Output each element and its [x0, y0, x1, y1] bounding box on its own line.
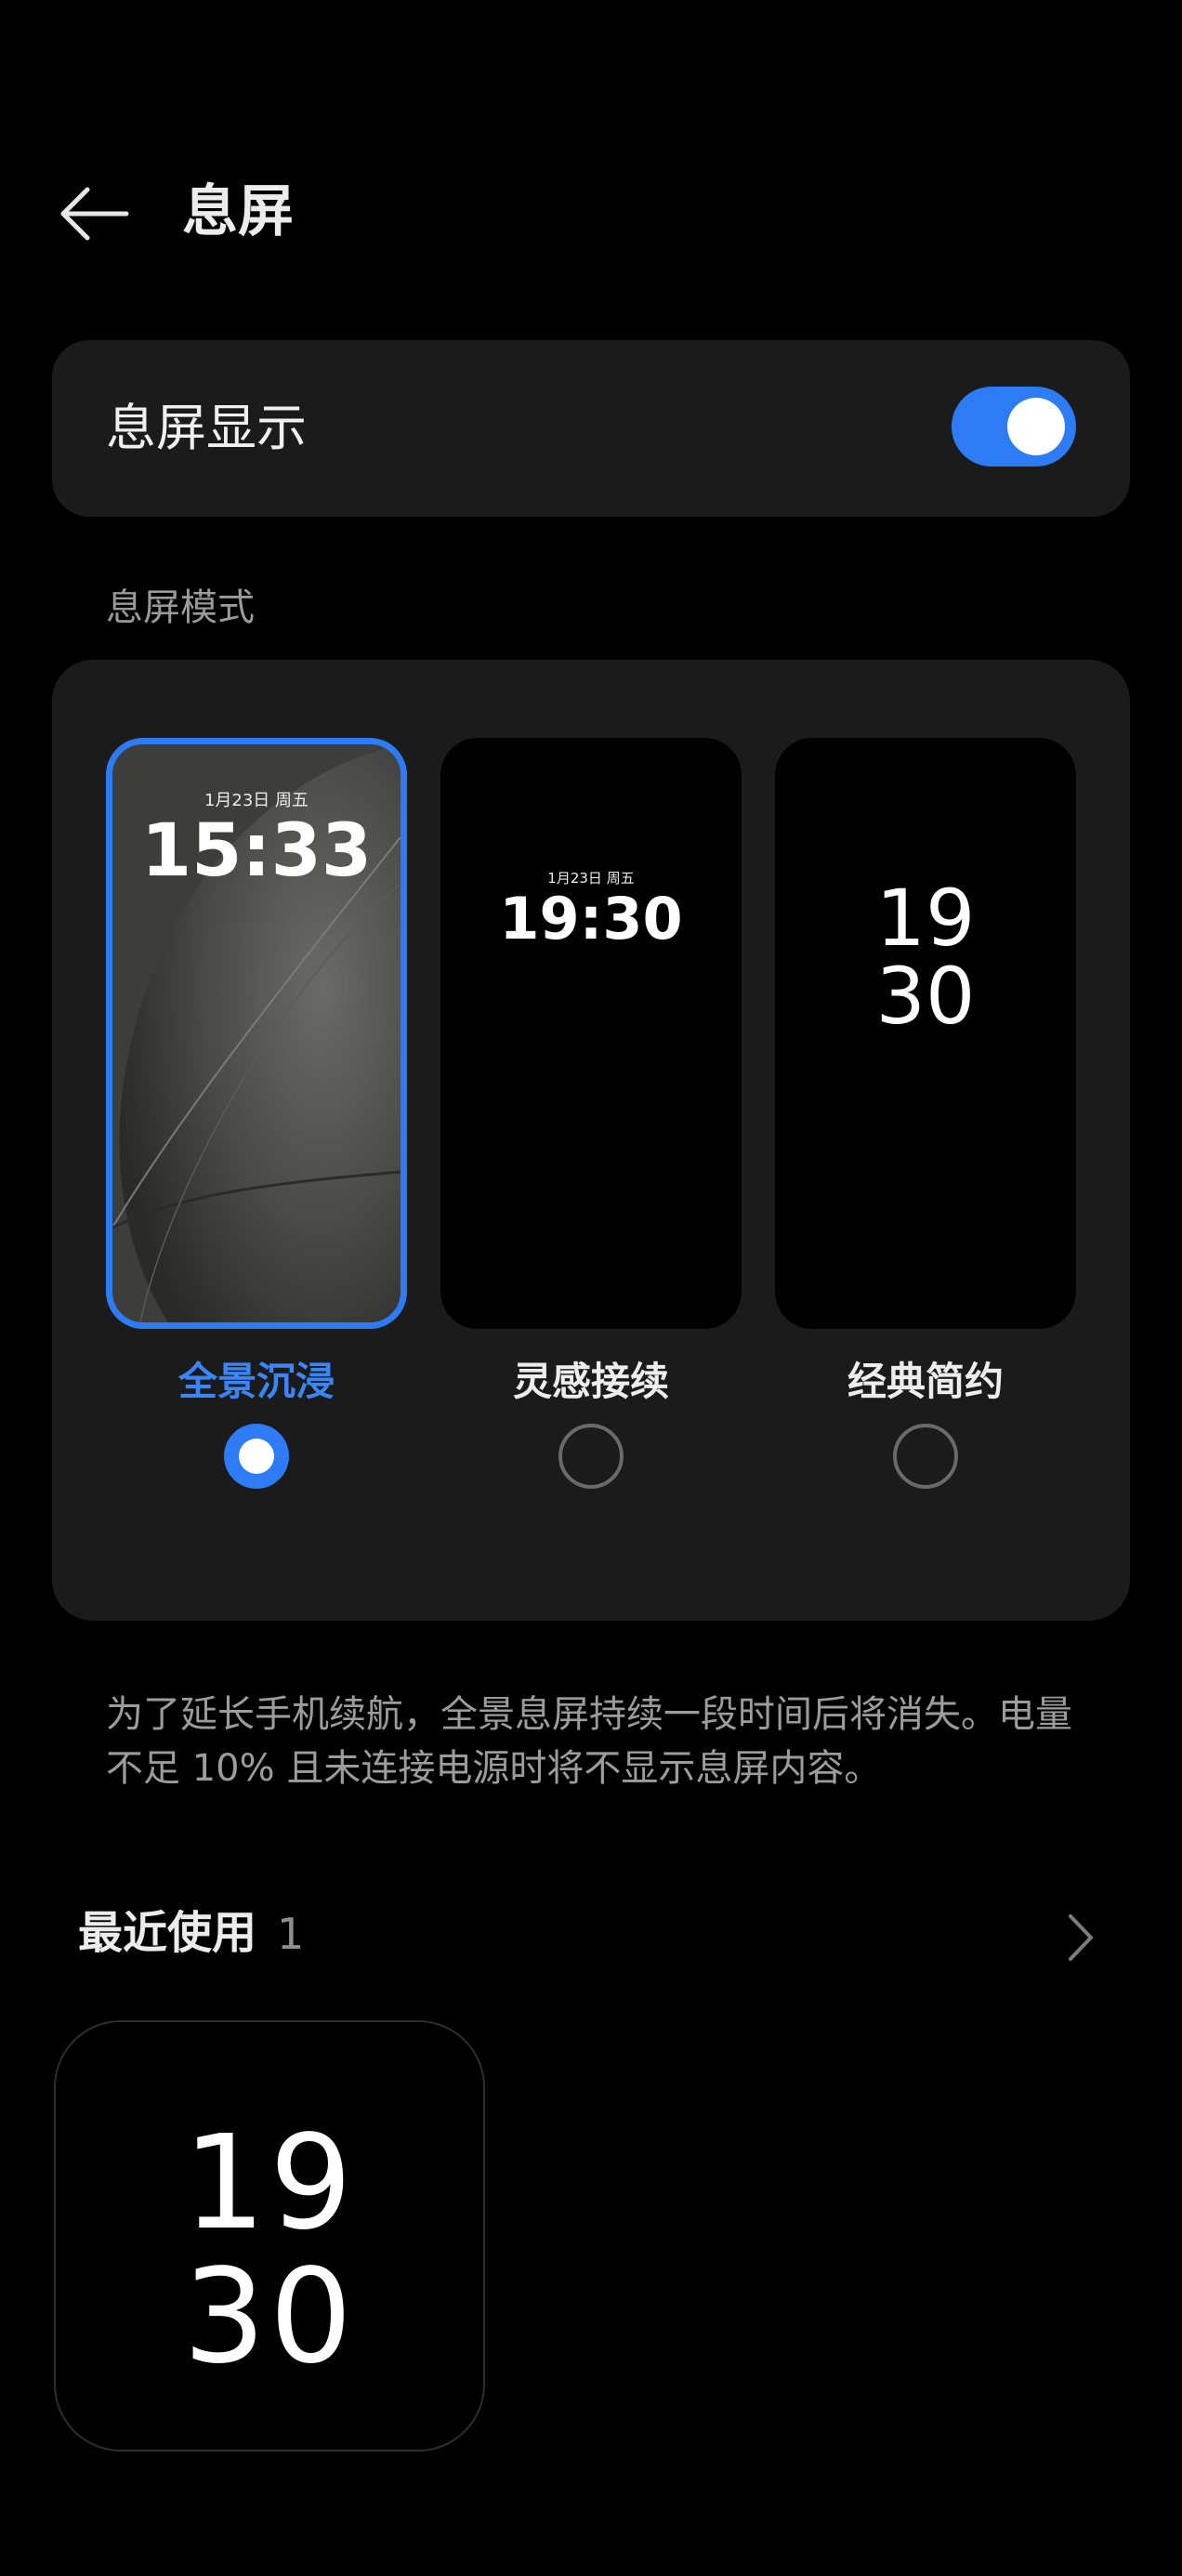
page-title: 息屏 — [182, 179, 294, 244]
recent-title: 最近使用 — [78, 1907, 257, 1959]
preview-classic[interactable]: 19 30 — [775, 738, 1076, 1329]
preview-hour: 19 — [875, 873, 976, 964]
preview-minute: 30 — [875, 951, 976, 1042]
thumb-hour: 19 — [182, 2108, 357, 2259]
recent-more-button[interactable] — [1057, 1907, 1104, 1968]
preview-time: 19:30 — [499, 885, 683, 953]
aod-toggle-row[interactable]: 息屏显示 — [52, 340, 1130, 517]
aod-toggle-switch[interactable] — [952, 387, 1076, 467]
switch-knob — [1007, 398, 1065, 455]
mode-label-panoramic: 全景沉浸 — [177, 1359, 335, 1404]
preview-inspiration[interactable]: 1月23日 周五 19:30 — [440, 738, 742, 1329]
preview-date: 1月23日 周五 — [547, 870, 635, 887]
recent-count: 1 — [277, 1909, 305, 1959]
radio-inspiration[interactable] — [558, 1424, 624, 1489]
radio-classic[interactable] — [893, 1424, 958, 1489]
mode-option-panoramic[interactable]: 1月23日 周五 15:33 全景沉浸 — [106, 738, 407, 1537]
header: 息屏 — [0, 149, 1182, 279]
preview-date: 1月23日 周五 — [204, 791, 309, 810]
recent-item-thumbnail[interactable]: 19 30 — [54, 2020, 485, 2451]
description-text: 为了延长手机续航，全景息屏持续一段时间后将消失。电量不足 10% 且未连接电源时… — [106, 1693, 1072, 1790]
preview-panoramic[interactable]: 1月23日 周五 15:33 — [106, 738, 407, 1329]
mode-label-inspiration: 灵感接续 — [512, 1359, 669, 1404]
mode-label-classic: 经典简约 — [847, 1359, 1004, 1404]
preview-time: 15:33 — [140, 809, 373, 893]
recent-header[interactable]: 最近使用 1 — [78, 1907, 1104, 1968]
arrow-left-icon — [60, 187, 129, 241]
mode-option-classic[interactable]: 19 30 经典简约 — [775, 738, 1076, 1537]
aod-toggle-label: 息屏显示 — [106, 399, 307, 457]
back-button[interactable] — [46, 177, 139, 251]
mode-card: 1月23日 周五 15:33 全景沉浸 1月23日 周五 19:30 灵感接续 … — [52, 660, 1130, 1621]
chevron-right-icon — [1069, 1914, 1093, 1961]
mode-section-label: 息屏模式 — [106, 586, 255, 629]
thumb-minute: 30 — [182, 2241, 357, 2393]
radio-panoramic[interactable] — [224, 1424, 289, 1489]
mode-option-inspiration[interactable]: 1月23日 周五 19:30 灵感接续 — [440, 738, 742, 1537]
